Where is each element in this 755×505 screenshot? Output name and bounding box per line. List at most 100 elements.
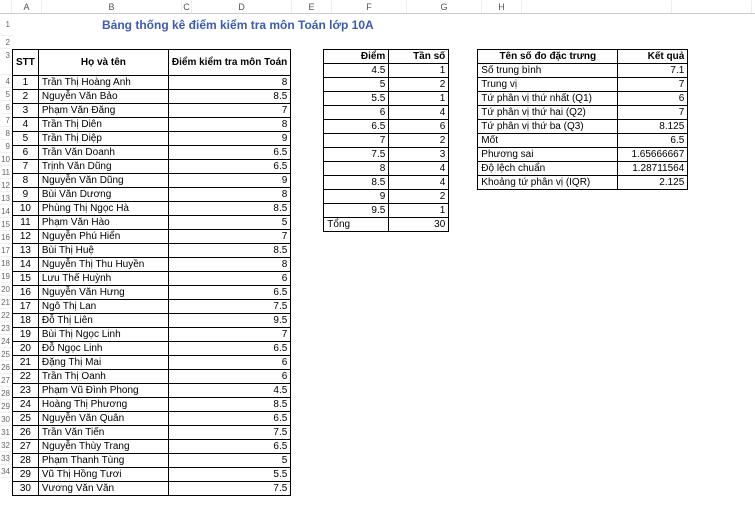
cell-val[interactable]: 7 <box>618 106 688 120</box>
cell-val[interactable]: 7 <box>618 78 688 92</box>
cell-tan[interactable]: 1 <box>389 204 449 218</box>
table-row[interactable]: 27Nguyễn Thùy Trang6.5 <box>13 440 291 454</box>
cell-stt[interactable]: 5 <box>13 132 39 146</box>
cell-diem[interactable]: 7.5 <box>324 148 389 162</box>
cell-stt[interactable]: 26 <box>13 426 39 440</box>
cell-stt[interactable]: 4 <box>13 118 39 132</box>
cell-name[interactable]: Nguyễn Phú Hiển <box>38 230 168 244</box>
cell-stt[interactable]: 20 <box>13 342 39 356</box>
cell-score[interactable]: 6.5 <box>168 160 290 174</box>
cell-score[interactable]: 4.5 <box>168 384 290 398</box>
cell-name[interactable]: Trịnh Văn Dũng <box>38 160 168 174</box>
cell-stat[interactable]: Tứ phân vị thứ nhất (Q1) <box>478 92 618 106</box>
cell-stt[interactable]: 6 <box>13 146 39 160</box>
cell-diem[interactable]: 8.5 <box>324 176 389 190</box>
cell-score[interactable]: 7 <box>168 104 290 118</box>
cell-stt[interactable]: 29 <box>13 468 39 482</box>
table-row[interactable]: Tứ phân vị thứ ba (Q3)8.125 <box>478 120 688 134</box>
cell-name[interactable]: Phạm Văn Hào <box>38 216 168 230</box>
table-row[interactable]: 7Trịnh Văn Dũng6.5 <box>13 160 291 174</box>
table-row[interactable]: 4.51 <box>324 64 449 78</box>
cell-name[interactable]: Nguyễn Văn Hưng <box>38 286 168 300</box>
cell-name[interactable]: Trần Thị Diệp <box>38 132 168 146</box>
cell-stt[interactable]: 7 <box>13 160 39 174</box>
cell-name[interactable]: Phạm Thanh Tùng <box>38 454 168 468</box>
cell-stt[interactable]: 22 <box>13 370 39 384</box>
cell-name[interactable]: Nguyễn Thị Thu Huyền <box>38 258 168 272</box>
cell-diem[interactable]: 8 <box>324 162 389 176</box>
table-row[interactable]: Trung vị7 <box>478 78 688 92</box>
cell-val[interactable]: 1.65666667 <box>618 148 688 162</box>
cell-score[interactable]: 6.5 <box>168 146 290 160</box>
cell-stt[interactable]: 25 <box>13 412 39 426</box>
cell-name[interactable]: Trần Thị Oanh <box>38 370 168 384</box>
cell-name[interactable]: Hoàng Thị Phương <box>38 398 168 412</box>
table-row[interactable]: 17Ngô Thị Lan7.5 <box>13 300 291 314</box>
cell-name[interactable]: Bùi Thị Huệ <box>38 244 168 258</box>
table-row[interactable]: 22Trần Thị Oanh6 <box>13 370 291 384</box>
cell-tan[interactable]: 4 <box>389 106 449 120</box>
cell-diem[interactable]: 6.5 <box>324 120 389 134</box>
table-row[interactable]: Độ lệch chuẩn1.28711564 <box>478 162 688 176</box>
cell-diem[interactable]: 6 <box>324 106 389 120</box>
cell-name[interactable]: Trần Thị Diên <box>38 118 168 132</box>
cell-diem[interactable]: 5.5 <box>324 92 389 106</box>
cell-score[interactable]: 5.5 <box>168 468 290 482</box>
cell-score[interactable]: 8 <box>168 258 290 272</box>
table-row[interactable]: 4Trần Thị Diên8 <box>13 118 291 132</box>
table-row[interactable]: 28Phạm Thanh Tùng5 <box>13 454 291 468</box>
cell-name[interactable]: Vũ Thị Hồng Tươi <box>38 468 168 482</box>
table-row[interactable]: 25Nguyễn Văn Quân6.5 <box>13 412 291 426</box>
table-row[interactable]: 5Trần Thị Diệp9 <box>13 132 291 146</box>
cell-score[interactable]: 6 <box>168 370 290 384</box>
cell-tan[interactable]: 6 <box>389 120 449 134</box>
cell-tan[interactable]: 4 <box>389 176 449 190</box>
table-row[interactable]: 9.51 <box>324 204 449 218</box>
cell-score[interactable]: 6.5 <box>168 412 290 426</box>
cell-stat[interactable]: Khoảng tứ phân vị (IQR) <box>478 176 618 190</box>
cell-stt[interactable]: 8 <box>13 174 39 188</box>
cell-stt[interactable]: 27 <box>13 440 39 454</box>
table-row[interactable]: 30Vương Văn Văn7.5 <box>13 482 291 496</box>
cell-stt[interactable]: 24 <box>13 398 39 412</box>
table-row[interactable]: Số trung bình7.1 <box>478 64 688 78</box>
cell-name[interactable]: Lưu Thế Huỳnh <box>38 272 168 286</box>
cell-stat[interactable]: Phương sai <box>478 148 618 162</box>
cell-stt[interactable]: 14 <box>13 258 39 272</box>
cell-stt[interactable]: 11 <box>13 216 39 230</box>
cell-score[interactable]: 9.5 <box>168 314 290 328</box>
table-row[interactable]: 16Nguyễn Văn Hưng6.5 <box>13 286 291 300</box>
cell-stt[interactable]: 17 <box>13 300 39 314</box>
cell-score[interactable]: 6 <box>168 356 290 370</box>
table-row[interactable]: 10Phùng Thị Ngọc Hà8.5 <box>13 202 291 216</box>
cell-score[interactable]: 8.5 <box>168 90 290 104</box>
cell-stat[interactable]: Tứ phân vị thứ hai (Q2) <box>478 106 618 120</box>
cell-score[interactable]: 6.5 <box>168 286 290 300</box>
table-row[interactable]: 5.51 <box>324 92 449 106</box>
table-row[interactable]: Tứ phân vị thứ nhất (Q1)6 <box>478 92 688 106</box>
table-row[interactable]: 11Phạm Văn Hào5 <box>13 216 291 230</box>
cell-name[interactable]: Nguyễn Văn Bảo <box>38 90 168 104</box>
cell-tan[interactable]: 3 <box>389 148 449 162</box>
cell-stat[interactable]: Tứ phân vị thứ ba (Q3) <box>478 120 618 134</box>
cell-stt[interactable]: 23 <box>13 384 39 398</box>
cell-tan[interactable]: 4 <box>389 162 449 176</box>
cell-score[interactable]: 8.5 <box>168 244 290 258</box>
table-row[interactable]: 29Vũ Thị Hồng Tươi5.5 <box>13 468 291 482</box>
cell-tan[interactable]: 2 <box>389 134 449 148</box>
cell-score[interactable]: 9 <box>168 174 290 188</box>
cell-score[interactable]: 5 <box>168 454 290 468</box>
cell-score[interactable]: 6 <box>168 272 290 286</box>
cell-name[interactable]: Nguyễn Văn Dũng <box>38 174 168 188</box>
table-row[interactable]: 15Lưu Thế Huỳnh6 <box>13 272 291 286</box>
cell-diem[interactable]: 4.5 <box>324 64 389 78</box>
cell-name[interactable]: Trần Văn Doanh <box>38 146 168 160</box>
cell-tan[interactable]: 2 <box>389 190 449 204</box>
cell-stat[interactable]: Trung vị <box>478 78 618 92</box>
table-row[interactable]: 72 <box>324 134 449 148</box>
table-row[interactable]: 18Đỗ Thị Liên9.5 <box>13 314 291 328</box>
cell-score[interactable]: 8 <box>168 118 290 132</box>
cell-name[interactable]: Phạm Văn Đăng <box>38 104 168 118</box>
cell-score[interactable]: 7 <box>168 230 290 244</box>
cell-name[interactable]: Trần Văn Tiến <box>38 426 168 440</box>
